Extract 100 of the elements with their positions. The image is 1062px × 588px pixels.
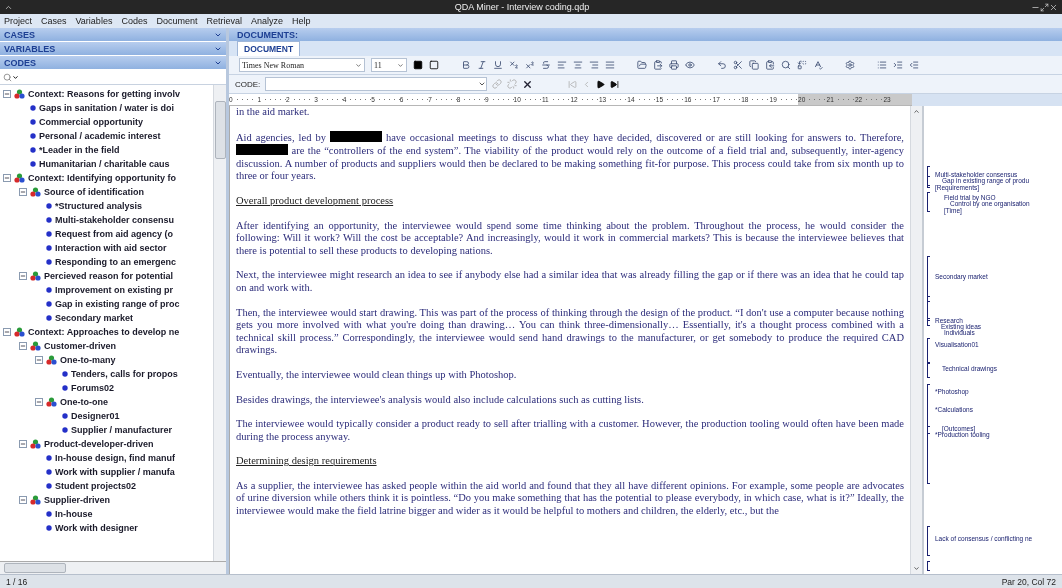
- outdent-icon[interactable]: [909, 60, 919, 70]
- code-label[interactable]: *Structured analysis: [55, 201, 143, 211]
- collapse-toggle[interactable]: [3, 90, 11, 98]
- printer-icon[interactable]: [669, 60, 679, 70]
- superscript-icon[interactable]: [525, 60, 535, 70]
- menu-item[interactable]: Project: [4, 16, 32, 26]
- panel-header[interactable]: VARIABLES: [0, 42, 226, 56]
- preview-icon[interactable]: [685, 60, 695, 70]
- menu-item[interactable]: Retrieval: [206, 16, 242, 26]
- scroll-down-icon[interactable]: [913, 565, 920, 572]
- indent-icon[interactable]: [893, 60, 903, 70]
- code-label[interactable]: Improvement on existing pr: [55, 285, 174, 295]
- panel-header[interactable]: CODES: [0, 56, 226, 70]
- justify-icon[interactable]: [605, 60, 615, 70]
- align-center-icon[interactable]: [573, 60, 583, 70]
- collapse-toggle[interactable]: [3, 328, 11, 336]
- folder-icon[interactable]: [637, 60, 647, 70]
- list-icon[interactable]: [877, 60, 887, 70]
- collapse-toggle[interactable]: [19, 496, 27, 504]
- strikethrough-icon[interactable]: [541, 60, 551, 70]
- italic-icon[interactable]: [477, 60, 487, 70]
- clipboard-icon[interactable]: [765, 60, 775, 70]
- collapse-toggle[interactable]: [19, 342, 27, 350]
- code-dot-icon: [46, 483, 52, 489]
- search-icon[interactable]: [781, 60, 791, 70]
- text-color-icon[interactable]: [413, 60, 423, 70]
- next-icon[interactable]: [596, 79, 606, 89]
- paragraph: Next, the interviewee might research an idea to see if anybody else had a similar idea that was already filling the gap or if there was an idea that he could tap on and work with.: [236, 269, 904, 295]
- code-label[interactable]: Commercial opportunity: [39, 117, 143, 127]
- code-label[interactable]: Supplier / manufacturer: [71, 425, 173, 435]
- align-right-icon[interactable]: [589, 60, 599, 70]
- code-group-label[interactable]: Context: Approaches to develop ne: [28, 327, 180, 337]
- undo-icon[interactable]: [717, 60, 727, 70]
- code-group-label[interactable]: One-to-many: [60, 355, 116, 365]
- code-label[interactable]: Student projects02: [55, 481, 137, 491]
- code-label[interactable]: Humanitarian / charitable caus: [39, 159, 170, 169]
- code-label[interactable]: Work with designer: [55, 523, 138, 533]
- last-icon[interactable]: [610, 79, 620, 89]
- paragraph: in the aid market.: [236, 106, 311, 119]
- code-label[interactable]: Multi-stakeholder consensu: [55, 215, 175, 225]
- code-label[interactable]: In-house: [55, 509, 93, 519]
- code-label[interactable]: Request from aid agency (o: [55, 229, 174, 239]
- code-label[interactable]: *Leader in the field: [39, 145, 120, 155]
- collapse-toggle[interactable]: [35, 356, 43, 364]
- code-group-label[interactable]: Supplier-driven: [44, 495, 110, 505]
- menu-item[interactable]: Help: [292, 16, 311, 26]
- code-label[interactable]: Work with supplier / manufa: [55, 467, 175, 477]
- spellcheck-icon[interactable]: [813, 60, 823, 70]
- collapse-toggle[interactable]: [19, 188, 27, 196]
- menu-item[interactable]: Analyze: [250, 16, 283, 26]
- bold-icon[interactable]: [461, 60, 471, 70]
- copy-icon[interactable]: [749, 60, 759, 70]
- scrollbar[interactable]: [213, 85, 226, 561]
- collapse-toggle[interactable]: [35, 398, 43, 406]
- document-tab[interactable]: DOCUMENT: [237, 41, 301, 56]
- collapse-toggle[interactable]: [19, 440, 27, 448]
- code-label[interactable]: Designer01: [71, 411, 120, 421]
- code-group-label[interactable]: Percieved reason for potential: [44, 271, 174, 281]
- code-label[interactable]: Gaps in sanitation / water is doi: [39, 103, 175, 113]
- replace-icon[interactable]: [797, 60, 807, 70]
- border-icon[interactable]: [429, 60, 439, 70]
- collapse-toggle[interactable]: [19, 272, 27, 280]
- code-group-label[interactable]: Product-developer-driven: [44, 439, 154, 449]
- scrollbar[interactable]: [910, 106, 922, 574]
- settings-icon[interactable]: [845, 60, 855, 70]
- code-label[interactable]: Secondary market: [55, 313, 134, 323]
- code-label[interactable]: Personal / academic interest: [39, 131, 161, 141]
- code-label[interactable]: Tenders, calls for propos: [71, 369, 178, 379]
- subscript-icon[interactable]: [509, 60, 519, 70]
- close-icon[interactable]: [1049, 2, 1058, 12]
- restore-icon[interactable]: [1040, 2, 1049, 12]
- menu-item[interactable]: Cases: [41, 16, 67, 26]
- code-label[interactable]: Interaction with aid sector: [55, 243, 167, 253]
- menu-item[interactable]: Variables: [75, 16, 113, 26]
- code-field[interactable]: [265, 77, 488, 91]
- menu-item[interactable]: Codes: [121, 16, 148, 26]
- underline-icon[interactable]: [493, 60, 503, 70]
- code-group-label[interactable]: Source of identification: [44, 187, 144, 197]
- remove-icon[interactable]: [522, 78, 534, 90]
- font-select[interactable]: Times New Roman: [239, 58, 365, 72]
- code-label[interactable]: Responding to an emergenc: [55, 257, 177, 267]
- paste-icon[interactable]: [653, 60, 663, 70]
- code-group-label[interactable]: One-to-one: [60, 397, 108, 407]
- scroll-up-icon[interactable]: [913, 108, 920, 115]
- scrollbar[interactable]: [0, 562, 226, 574]
- code-label[interactable]: Forums02: [71, 383, 114, 393]
- dropdown-icon[interactable]: [12, 73, 19, 81]
- align-left-icon[interactable]: [557, 60, 567, 70]
- cut-icon[interactable]: [733, 60, 743, 70]
- size-select[interactable]: 11: [371, 58, 407, 72]
- menu-item[interactable]: Document: [156, 16, 198, 26]
- collapse-toggle[interactable]: [3, 174, 11, 182]
- code-label[interactable]: In-house design, find manuf: [55, 453, 175, 463]
- code-group-label[interactable]: Customer-driven: [44, 341, 116, 351]
- panel-header[interactable]: CASES: [0, 28, 226, 42]
- dropdown-icon[interactable]: [478, 80, 487, 88]
- code-group-label[interactable]: Context: Identifying opportunity fo: [28, 173, 176, 183]
- code-label[interactable]: Gap in existing range of proc: [55, 299, 180, 309]
- code-group-label[interactable]: Context: Reasons for getting involv: [28, 89, 180, 99]
- code-group-icon: [46, 397, 57, 407]
